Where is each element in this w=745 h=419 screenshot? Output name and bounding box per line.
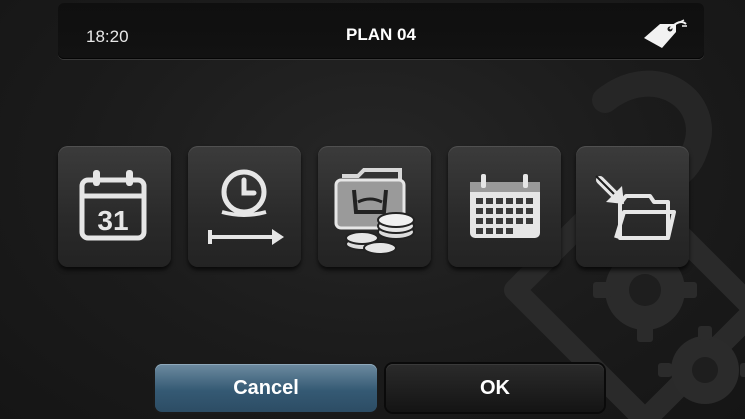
cancel-button[interactable]: Cancel <box>155 364 377 412</box>
timer-button[interactable] <box>188 146 301 267</box>
calendar-month-icon <box>470 174 540 238</box>
screen: 18:20 PLAN 04 31 Cancel OK <box>0 0 745 419</box>
page-title: PLAN 04 <box>346 25 416 44</box>
calendar-day-number: 31 <box>97 205 128 236</box>
wash-cost-button[interactable] <box>318 146 431 267</box>
clock-timer-arrow-icon <box>208 169 284 245</box>
calendar-month-button[interactable] <box>448 146 561 267</box>
header-bar: 18:20 PLAN 04 <box>58 3 704 59</box>
price-tag-icon[interactable] <box>640 18 690 52</box>
calendar-day-button[interactable]: 31 <box>58 146 171 267</box>
ok-button[interactable]: OK <box>386 364 604 412</box>
calendar-day-icon: 31 <box>79 170 147 241</box>
folder-import-arrow-icon <box>595 175 676 240</box>
folder-wash-coins-icon <box>334 168 415 255</box>
import-folder-button[interactable] <box>576 146 689 267</box>
